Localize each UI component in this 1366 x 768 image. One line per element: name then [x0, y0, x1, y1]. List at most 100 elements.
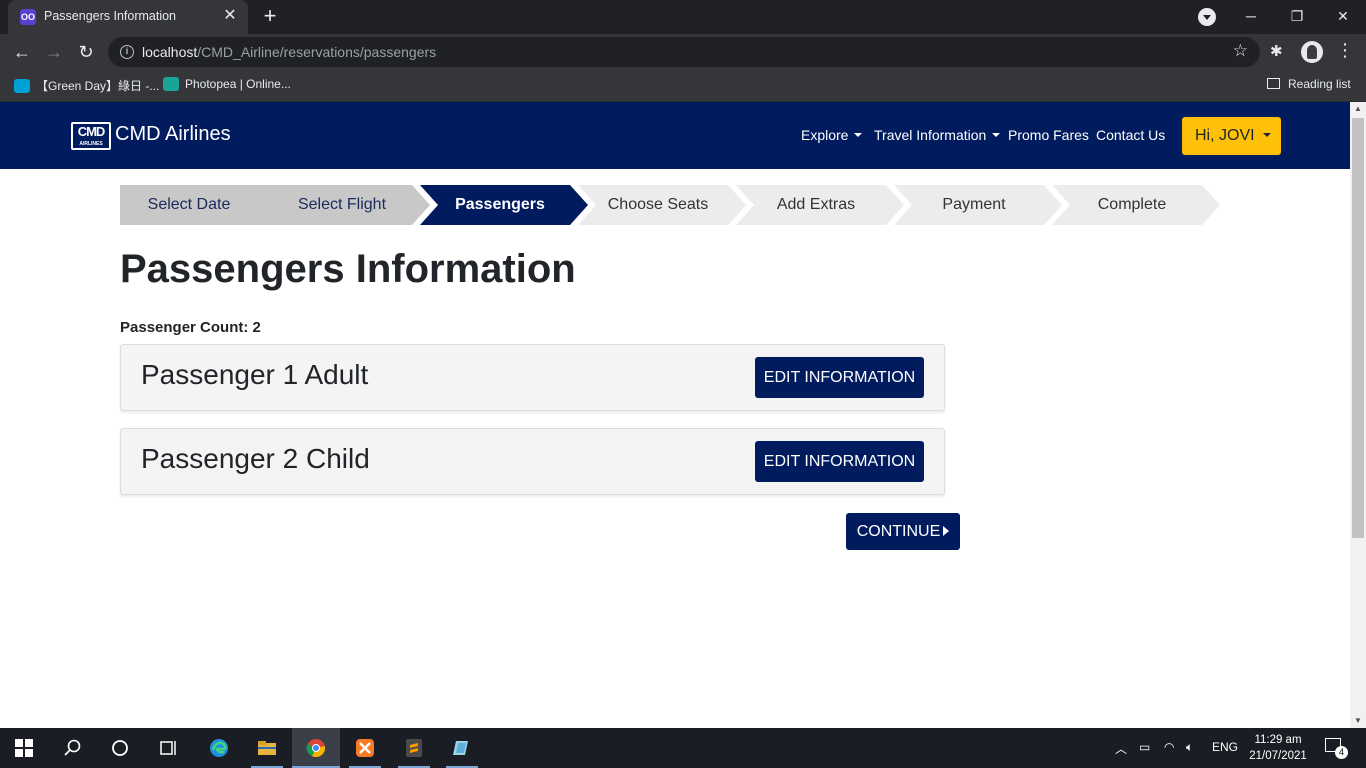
scroll-down-icon[interactable]: ▼	[1350, 714, 1366, 728]
reading-list-button[interactable]: Reading list	[1267, 77, 1351, 91]
step-choose-seats[interactable]: Choose Seats	[578, 185, 746, 225]
nav-contact-us[interactable]: Contact Us	[1096, 127, 1165, 143]
nav-explore[interactable]: Explore	[801, 127, 863, 143]
clock-date: 21/07/2021	[1249, 750, 1307, 762]
bookmark-star-icon[interactable]: ☆	[1233, 41, 1248, 61]
extensions-icon[interactable]: ✱	[1270, 42, 1283, 60]
site-info-icon[interactable]: i	[120, 45, 134, 59]
step-passengers[interactable]: Passengers	[420, 185, 588, 225]
task-view-button[interactable]	[144, 728, 192, 768]
battery-icon[interactable]: ▭	[1139, 740, 1150, 754]
bookmark-label: 【Green Day】綠日 -...	[36, 79, 160, 93]
step-label: Add Extras	[776, 196, 856, 213]
taskbar-edge[interactable]	[195, 728, 243, 768]
step-label: Payment	[942, 196, 1006, 213]
cortana-button[interactable]	[96, 728, 144, 768]
web-page: CMD AIRLINES CMD Airlines Explore Travel…	[0, 102, 1350, 728]
step-label: Passengers	[455, 196, 545, 213]
back-icon[interactable]: ←	[10, 40, 34, 64]
search-button[interactable]	[48, 728, 96, 768]
notifications-button[interactable]: 4	[1325, 738, 1348, 759]
tab-title: Passengers Information	[44, 9, 177, 23]
forward-icon[interactable]: →	[42, 40, 66, 64]
task-view-icon	[160, 741, 176, 755]
step-label: Choose Seats	[607, 196, 709, 213]
volume-icon[interactable]: 🔈︎	[1186, 740, 1193, 755]
close-tab-icon[interactable]: ✕	[220, 6, 240, 26]
taskbar-app[interactable]	[438, 728, 486, 768]
edit-information-button[interactable]: EDIT INFORMATION	[755, 441, 924, 482]
passenger-name: Passenger 1 Adult	[141, 359, 369, 390]
brand-name[interactable]: CMD Airlines	[115, 123, 231, 146]
user-greeting: Hi, JOVI	[1195, 127, 1255, 144]
edit-information-button[interactable]: EDIT INFORMATION	[755, 357, 924, 398]
new-tab-icon[interactable]: +	[258, 4, 282, 28]
cmd-logo[interactable]: CMD AIRLINES	[71, 122, 111, 150]
bilibili-icon	[14, 79, 30, 93]
photopea-icon	[163, 77, 179, 91]
reading-list-icon	[1267, 78, 1280, 89]
step-select-flight[interactable]: Select Flight	[262, 185, 430, 225]
bookmark-label: Photopea | Online...	[185, 77, 291, 91]
caret-down-icon	[992, 133, 1001, 137]
cortana-icon	[112, 740, 128, 756]
chrome-icon	[306, 739, 326, 758]
tab-search-icon[interactable]	[1198, 8, 1216, 26]
taskbar-xampp[interactable]	[341, 728, 389, 768]
xampp-icon	[356, 739, 374, 757]
step-complete[interactable]: Complete	[1052, 185, 1220, 225]
app-icon	[453, 741, 468, 755]
nav-travel-information[interactable]: Travel Information	[874, 127, 1001, 143]
passenger-count: Passenger Count: 2	[120, 319, 261, 336]
passenger-card: Passenger 1 Adult EDIT INFORMATION	[120, 344, 945, 411]
continue-button[interactable]: CONTINUE	[846, 513, 960, 550]
language-indicator[interactable]: ENG	[1212, 740, 1238, 754]
step-add-extras[interactable]: Add Extras	[736, 185, 904, 225]
close-window-icon[interactable]: ✕	[1320, 0, 1366, 32]
sublime-text-icon	[406, 739, 422, 757]
step-label: Select Date	[147, 196, 231, 213]
taskbar-file-explorer[interactable]	[243, 728, 291, 768]
caret-down-icon	[1262, 133, 1271, 137]
reload-icon[interactable]: ↻	[74, 40, 98, 64]
page-scrollbar[interactable]: ▲ ▼	[1350, 102, 1366, 728]
windows-logo-icon	[15, 739, 33, 757]
logo-subtext: AIRLINES	[79, 141, 103, 147]
reading-list-label: Reading list	[1288, 77, 1351, 91]
user-menu-button[interactable]: Hi, JOVI	[1182, 117, 1281, 155]
step-payment[interactable]: Payment	[894, 185, 1062, 225]
taskbar-chrome[interactable]	[292, 728, 340, 768]
browser-tab[interactable]: OO Passengers Information ✕	[8, 0, 248, 34]
address-bar[interactable]: i localhost/CMD_Airline/reservations/pas…	[108, 37, 1260, 67]
page-title: Passengers Information	[120, 247, 576, 291]
caret-right-icon	[943, 526, 950, 536]
windows-taskbar: ︿ ▭ ◠ 🔈︎ ENG 11:29 am 21/07/2021 4	[0, 728, 1366, 768]
profile-avatar[interactable]	[1301, 41, 1323, 63]
url-path: /CMD_Airline/reservations/passengers	[197, 44, 437, 60]
browser-menu-icon[interactable]: ⋮	[1336, 40, 1354, 61]
browser-toolbar: ← → ↻ i localhost/CMD_Airline/reservatio…	[0, 34, 1366, 70]
notification-count: 4	[1335, 746, 1348, 759]
bookmark-photopea[interactable]: Photopea | Online...	[163, 77, 291, 91]
system-clock[interactable]: 11:29 am 21/07/2021	[1248, 732, 1308, 764]
show-hidden-icons[interactable]: ︿	[1115, 740, 1127, 757]
passenger-name: Passenger 2 Child	[141, 443, 370, 474]
url-text: localhost/CMD_Airline/reservations/passe…	[142, 44, 436, 60]
logo-text: CMD	[77, 124, 106, 139]
booking-progress-steps: Select Date Select Flight Passengers Cho…	[120, 185, 1220, 225]
restore-icon[interactable]: ❐	[1274, 0, 1320, 32]
url-host: localhost	[142, 44, 198, 60]
edge-icon	[210, 739, 228, 757]
bookmark-green-day[interactable]: 【Green Day】綠日 -...	[14, 77, 159, 94]
scroll-thumb[interactable]	[1352, 118, 1364, 538]
wifi-icon[interactable]: ◠	[1164, 740, 1174, 754]
caret-down-icon	[854, 133, 863, 137]
nav-promo-fares[interactable]: Promo Fares	[1008, 127, 1089, 143]
continue-label: CONTINUE	[856, 523, 941, 540]
scroll-up-icon[interactable]: ▲	[1350, 102, 1366, 116]
nav-explore-label: Explore	[801, 127, 849, 143]
start-button[interactable]	[0, 728, 48, 768]
passenger-card: Passenger 2 Child EDIT INFORMATION	[120, 428, 945, 495]
taskbar-sublime-text[interactable]	[390, 728, 438, 768]
minimize-icon[interactable]: ─	[1228, 0, 1274, 32]
